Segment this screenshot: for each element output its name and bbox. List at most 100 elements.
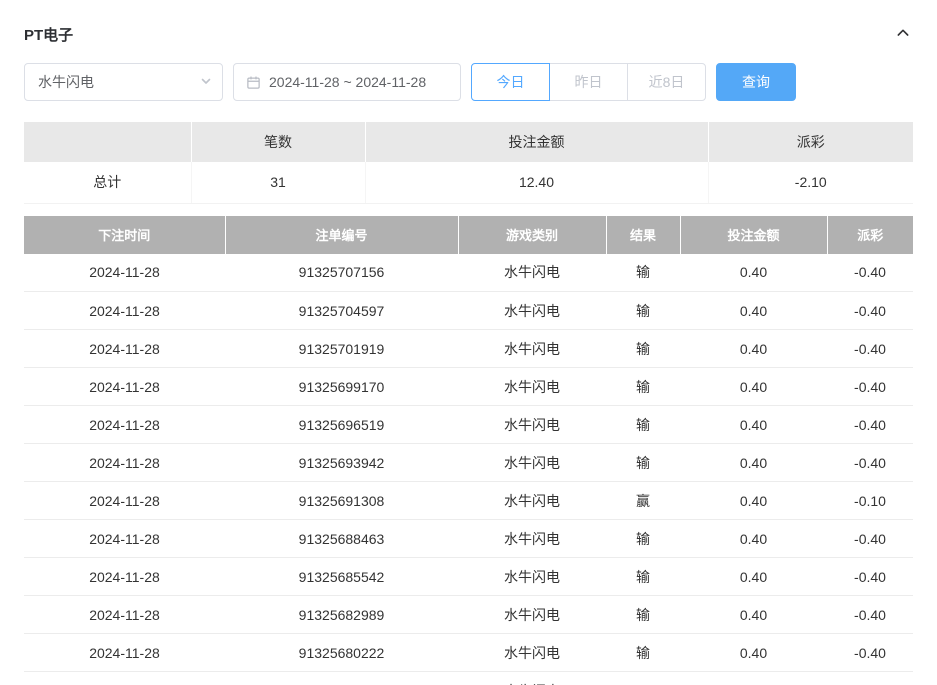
table-cell: 0.40 [680, 368, 827, 406]
table-cell: 输 [606, 634, 680, 672]
table-cell: 2024-11-28 [24, 634, 225, 672]
header-bet-amount: 投注金额 [680, 216, 827, 254]
table-cell: 输 [606, 330, 680, 368]
bet-table-body: 2024-11-2891325707156水牛闪电输0.40-0.402024-… [24, 254, 913, 685]
table-row: 2024-11-2891325699170水牛闪电输0.40-0.40 [24, 368, 913, 406]
table-cell: -0.40 [827, 254, 913, 292]
table-row: 2024-11-2891325696519水牛闪电输0.40-0.40 [24, 406, 913, 444]
table-cell: -0.40 [827, 292, 913, 330]
table-cell: 水牛闪电 [458, 634, 606, 672]
table-cell: -0.40 [827, 520, 913, 558]
table-cell: 0.40 [680, 444, 827, 482]
table-cell: 水牛闪电 [458, 330, 606, 368]
table-cell: -0.40 [827, 368, 913, 406]
page-title: PT电子 [24, 24, 73, 45]
table-cell: 水牛闪电 [458, 254, 606, 292]
date-range-input[interactable]: 2024-11-28 ~ 2024-11-28 [233, 63, 461, 101]
table-cell: 91325693942 [225, 444, 458, 482]
filter-bar: 水牛闪电 2024-11-28 ~ 2024-11-28 今日 昨日 近8日 查… [24, 63, 913, 101]
table-cell: 输 [606, 596, 680, 634]
table-cell: 2024-11-28 [24, 558, 225, 596]
table-cell: 输 [606, 254, 680, 292]
table-cell: 2024-11-28 [24, 596, 225, 634]
table-cell: 水牛闪电 [458, 672, 606, 685]
header-payout: 派彩 [827, 216, 913, 254]
table-row: 2024-11-28水牛闪电0.40 [24, 672, 913, 685]
last-8-days-button[interactable]: 近8日 [627, 63, 706, 101]
summary-header-bet-amount: 投注金额 [365, 122, 708, 162]
table-row: 2024-11-2891325682989水牛闪电输0.40-0.40 [24, 596, 913, 634]
yesterday-button[interactable]: 昨日 [549, 63, 628, 101]
summary-header-count: 笔数 [191, 122, 365, 162]
table-cell: 2024-11-28 [24, 520, 225, 558]
table-cell: 91325696519 [225, 406, 458, 444]
summary-header-payout: 派彩 [708, 122, 913, 162]
game-select-value: 水牛闪电 [38, 72, 200, 92]
table-cell: -0.10 [827, 482, 913, 520]
bet-table-header-row: 下注时间 注单编号 游戏类别 结果 投注金额 派彩 [24, 216, 913, 254]
table-cell: 输 [606, 444, 680, 482]
bet-records-table: 下注时间 注单编号 游戏类别 结果 投注金额 派彩 2024-11-289132… [24, 216, 913, 685]
summary-count-value: 31 [191, 162, 365, 203]
table-cell: 水牛闪电 [458, 406, 606, 444]
header-result: 结果 [606, 216, 680, 254]
table-cell: 0.40 [680, 520, 827, 558]
table-row: 2024-11-2891325693942水牛闪电输0.40-0.40 [24, 444, 913, 482]
table-cell: 0.40 [680, 482, 827, 520]
table-cell: 91325685542 [225, 558, 458, 596]
header-bet-time: 下注时间 [24, 216, 225, 254]
table-cell [606, 672, 680, 685]
header-game-category: 游戏类别 [458, 216, 606, 254]
panel-header: PT电子 [24, 22, 913, 46]
quick-date-button-group: 今日 昨日 近8日 [471, 63, 706, 101]
table-cell: 0.40 [680, 292, 827, 330]
table-cell: 2024-11-28 [24, 406, 225, 444]
table-row: 2024-11-2891325701919水牛闪电输0.40-0.40 [24, 330, 913, 368]
table-cell: 91325701919 [225, 330, 458, 368]
table-cell: 91325688463 [225, 520, 458, 558]
table-row: 2024-11-2891325707156水牛闪电输0.40-0.40 [24, 254, 913, 292]
summary-total-label: 总计 [24, 162, 191, 203]
table-cell: -0.40 [827, 330, 913, 368]
table-cell: 输 [606, 558, 680, 596]
query-button[interactable]: 查询 [716, 63, 796, 101]
pt-games-panel: PT电子 水牛闪电 2024-11-28 ~ 2024-11-28 今日 昨日 … [0, 0, 937, 685]
table-cell: 91325707156 [225, 254, 458, 292]
table-cell: 2024-11-28 [24, 444, 225, 482]
table-cell: 91325682989 [225, 596, 458, 634]
table-row: 2024-11-2891325691308水牛闪电赢0.40-0.10 [24, 482, 913, 520]
table-cell: 输 [606, 292, 680, 330]
table-cell: 91325699170 [225, 368, 458, 406]
table-cell: 输 [606, 406, 680, 444]
table-cell: 91325704597 [225, 292, 458, 330]
summary-payout-value: -2.10 [708, 162, 913, 203]
table-cell: -0.40 [827, 406, 913, 444]
table-cell: 0.40 [680, 254, 827, 292]
summary-header-row: 笔数 投注金额 派彩 [24, 122, 913, 162]
table-cell: 赢 [606, 482, 680, 520]
table-cell: -0.40 [827, 596, 913, 634]
table-cell: 91325680222 [225, 634, 458, 672]
game-select[interactable]: 水牛闪电 [24, 63, 223, 101]
today-button[interactable]: 今日 [471, 63, 550, 101]
table-cell: -0.40 [827, 634, 913, 672]
table-cell: -0.40 [827, 444, 913, 482]
table-cell: 水牛闪电 [458, 368, 606, 406]
chevron-up-icon [895, 25, 911, 44]
table-cell: 水牛闪电 [458, 520, 606, 558]
summary-bet-amount-value: 12.40 [365, 162, 708, 203]
table-cell: 2024-11-28 [24, 368, 225, 406]
table-cell [827, 672, 913, 685]
table-cell: 91325691308 [225, 482, 458, 520]
collapse-panel-button[interactable] [893, 24, 913, 44]
table-cell: 水牛闪电 [458, 292, 606, 330]
table-cell: 0.40 [680, 672, 827, 685]
table-cell: 2024-11-28 [24, 292, 225, 330]
summary-header-empty [24, 122, 191, 162]
table-cell: -0.40 [827, 558, 913, 596]
summary-total-row: 总计 31 12.40 -2.10 [24, 162, 913, 203]
table-cell [225, 672, 458, 685]
table-row: 2024-11-2891325688463水牛闪电输0.40-0.40 [24, 520, 913, 558]
table-cell: 输 [606, 368, 680, 406]
table-row: 2024-11-2891325685542水牛闪电输0.40-0.40 [24, 558, 913, 596]
